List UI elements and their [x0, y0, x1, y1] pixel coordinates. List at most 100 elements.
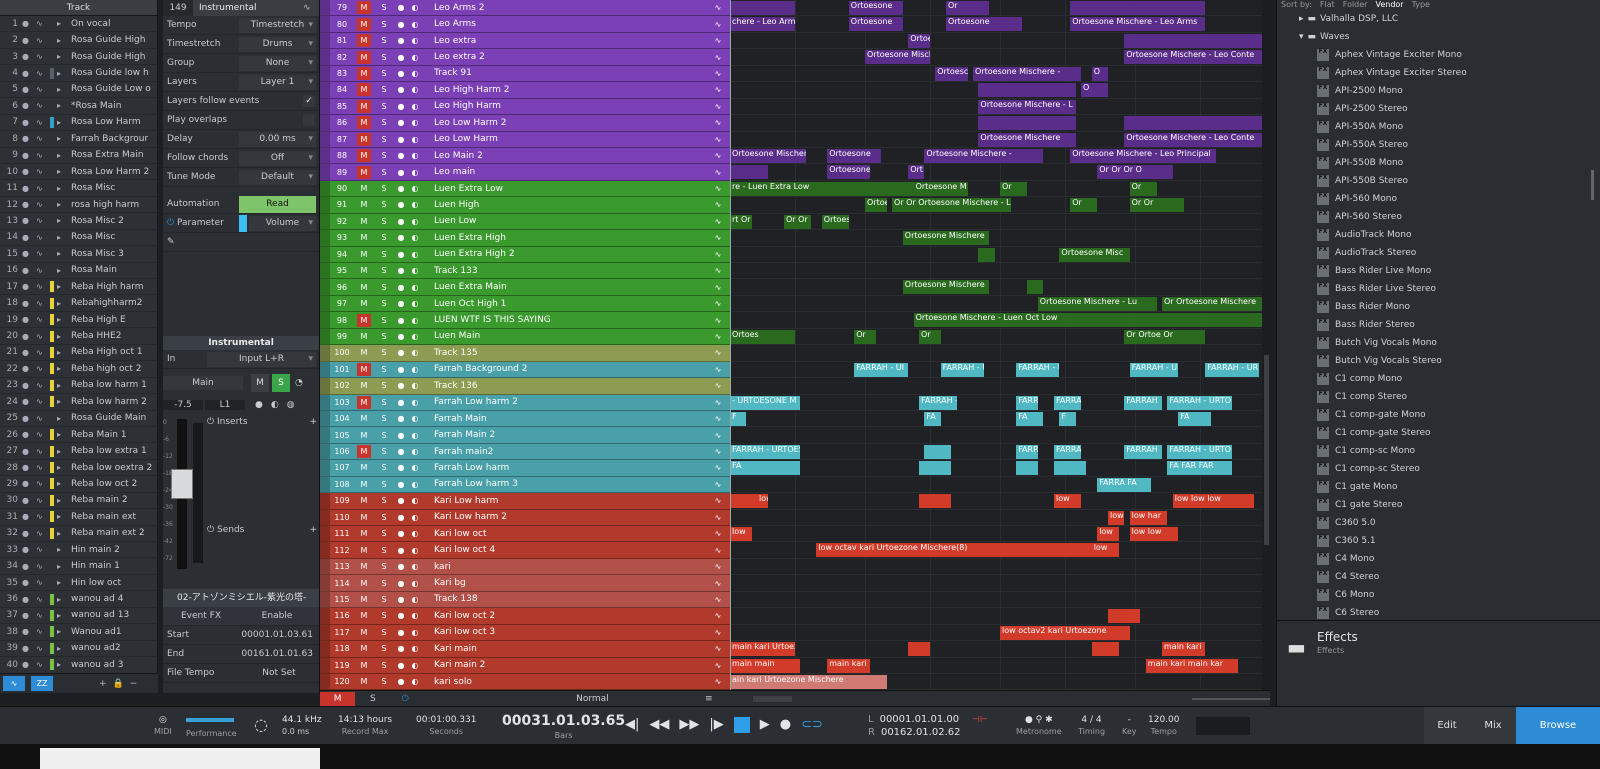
audio-event[interactable]: Or	[854, 329, 876, 344]
solo-button[interactable]: S	[377, 659, 391, 672]
chevron-right-icon[interactable]: ▸	[57, 118, 71, 127]
track-list-row[interactable]: 29 ● ∿ ▸ Reba low oct 2	[0, 476, 157, 493]
track-header[interactable]: 101 M S ● ◐ Farrah Background 2 ∿	[320, 361, 730, 379]
track-header[interactable]: 92 M S ● ◐ Luen Low ∿	[320, 213, 730, 231]
solo-button[interactable]: S	[377, 83, 391, 96]
audio-event[interactable]: FARRAH - UI	[854, 362, 909, 377]
waveform-icon[interactable]: ∿	[706, 135, 730, 144]
audio-event[interactable]: Ortoesone Mischere -	[973, 66, 1081, 81]
pan-readout[interactable]: L1	[205, 400, 245, 410]
solo-button[interactable]: S	[377, 116, 391, 129]
audio-event[interactable]: low low low	[1172, 494, 1254, 509]
plugin-item[interactable]: FX API-560 Stereo	[1277, 208, 1600, 226]
checkbox[interactable]: ✓	[303, 95, 315, 107]
solo-button[interactable]: S	[377, 281, 391, 294]
expand-icon[interactable]	[320, 263, 330, 279]
record-arm-icon[interactable]: ●	[394, 151, 408, 160]
plugin-item[interactable]: FX API-550B Stereo	[1277, 172, 1600, 190]
audio-event[interactable]: FA	[1016, 411, 1044, 426]
solo-button[interactable]: S	[377, 511, 391, 524]
mute-button[interactable]: M	[357, 593, 371, 606]
track-name[interactable]: Kari low oct	[422, 529, 706, 539]
visible-dot-icon[interactable]: ●	[22, 348, 36, 357]
expand-icon[interactable]	[320, 624, 330, 641]
audio-event[interactable]: FARRAH	[1054, 395, 1081, 410]
rewind-icon[interactable]: ◀◀	[649, 717, 669, 733]
track-name[interactable]: Farrah Main 2	[422, 430, 706, 440]
audio-event[interactable]: FARRAH - URTOES	[730, 444, 801, 459]
track-list-row[interactable]: 33 ● ∿ ▸ Hin main 2	[0, 542, 157, 559]
solo-button[interactable]: S	[377, 593, 391, 606]
track-name[interactable]: Kari low oct 4	[422, 545, 706, 555]
mute-button[interactable]: M	[357, 182, 371, 195]
audio-event[interactable]: main main	[730, 658, 801, 673]
plugin-item[interactable]: FX Aphex Vintage Exciter Mono	[1277, 46, 1600, 64]
audio-event[interactable]: Or Or Ortoesone Mischere - L	[892, 198, 1011, 213]
solo-button[interactable]: S	[377, 248, 391, 261]
expand-icon[interactable]	[320, 213, 330, 230]
audio-event[interactable]: FA FAR FAR	[1167, 461, 1233, 476]
waveform-icon[interactable]: ∿	[706, 562, 730, 571]
mute-button[interactable]: M	[357, 149, 371, 163]
audio-event[interactable]: Ortoesc	[821, 214, 849, 229]
expand-icon[interactable]	[320, 558, 330, 575]
chevron-right-icon[interactable]: ▸	[57, 184, 71, 193]
audio-event[interactable]: low har	[1129, 510, 1168, 525]
record-arm-icon[interactable]: ●	[394, 398, 408, 407]
audio-event[interactable]: Ortoesone Mischere - L	[978, 99, 1076, 114]
audio-event[interactable]: Ortoesone	[848, 17, 903, 32]
track-name[interactable]: Leo High Harm	[422, 101, 706, 111]
record-arm-icon[interactable]: ●	[394, 611, 408, 620]
track-name[interactable]: kari	[422, 562, 706, 572]
chevron-right-icon[interactable]: ▸	[57, 151, 71, 160]
file-tempo-value[interactable]: Not Set	[239, 668, 319, 678]
tempo-value[interactable]: 120.00	[1148, 715, 1180, 725]
browse-button[interactable]: Browse	[1516, 707, 1600, 745]
track-header[interactable]: 114 M S ● ◐ Kari bg ∿	[320, 575, 730, 592]
parameter-select[interactable]: Volume	[249, 215, 316, 231]
audio-event[interactable]	[730, 494, 757, 509]
mute-button[interactable]: M	[357, 215, 371, 228]
track-name[interactable]: Luen High	[422, 200, 706, 210]
track-name[interactable]: Luen Main	[422, 331, 706, 341]
prop-select[interactable]: Layer 1	[239, 74, 316, 90]
solo-button[interactable]: S	[377, 67, 391, 80]
audio-event[interactable]	[1124, 116, 1270, 131]
mute-button[interactable]: M	[357, 297, 371, 310]
monitor-icon[interactable]: ◐	[408, 53, 422, 62]
track-name[interactable]: Leo Arms 2	[422, 3, 706, 13]
record-arm-icon[interactable]: ●	[394, 579, 408, 588]
track-list-row[interactable]: 4 ● ∿ ▸ Rosa Guide low h	[0, 65, 157, 82]
audio-event[interactable]: FA	[1178, 411, 1211, 426]
view-mode[interactable]: Normal	[480, 694, 705, 704]
waveform-icon[interactable]: ∿	[303, 3, 319, 13]
waveform-icon[interactable]: ∿	[706, 496, 730, 505]
track-list-row[interactable]: 23 ● ∿ ▸ Reba low harm 1	[0, 378, 157, 395]
mute-button[interactable]: M	[357, 395, 371, 409]
monitor-icon[interactable]: ◐	[408, 217, 422, 226]
track-name[interactable]: Luen Low	[422, 216, 706, 226]
zoom-slider[interactable]	[1191, 697, 1270, 700]
audio-event[interactable]: F	[730, 411, 747, 426]
record-arm-icon[interactable]: ●	[394, 332, 408, 341]
waveform-icon[interactable]: ∿	[706, 661, 730, 670]
record-arm-icon[interactable]: ●	[394, 69, 408, 78]
audio-event[interactable]: main kari main kar	[1145, 658, 1238, 673]
monitor-icon[interactable]: ◐	[408, 348, 422, 357]
audio-event[interactable]: FA	[730, 461, 801, 476]
audio-event[interactable]	[1016, 461, 1038, 476]
audio-event[interactable]: low	[1091, 543, 1119, 558]
track-header[interactable]: 90 M S ● ◐ Luen Extra Low ∿	[320, 180, 730, 198]
expand-icon[interactable]	[320, 608, 330, 624]
plugin-item[interactable]: FX AudioTrack Stereo	[1277, 244, 1600, 262]
record-arm-icon[interactable]: ●	[394, 381, 408, 390]
solo-button[interactable]: S	[377, 642, 391, 655]
visible-dot-icon[interactable]: ●	[22, 529, 36, 538]
track-header[interactable]: 93 M S ● ◐ Luen Extra High ∿	[320, 230, 730, 247]
visible-dot-icon[interactable]: ●	[22, 184, 36, 193]
track-list-row[interactable]: 13 ● ∿ ▸ Rosa Misc 2	[0, 213, 157, 230]
record-arm-icon[interactable]: ●	[394, 299, 408, 308]
solo-button[interactable]: S	[377, 100, 391, 113]
expand-icon[interactable]	[320, 230, 330, 246]
waveform-icon[interactable]: ∿	[706, 299, 730, 308]
